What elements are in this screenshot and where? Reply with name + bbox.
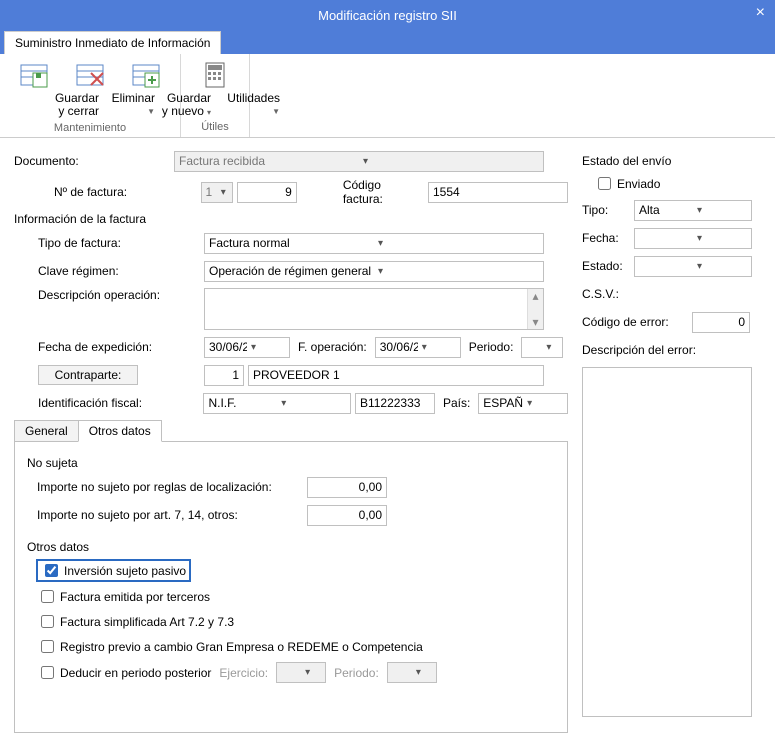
codigo-factura-input[interactable]: [428, 182, 568, 203]
chk-simp-label: Factura simplificada Art 7.2 y 7.3: [60, 615, 234, 629]
envio-tipo-label: Tipo:: [582, 203, 634, 217]
chk-inversion-sujeto-pasivo[interactable]: [45, 564, 58, 577]
chevron-down-icon: ▾: [359, 156, 543, 167]
contraparte-button[interactable]: Contraparte:: [38, 365, 138, 385]
chevron-down-icon: ▾: [301, 667, 325, 678]
ribbon-group-utiles: Utilidades▼ Útiles: [181, 54, 250, 137]
tab-general[interactable]: General: [14, 420, 79, 442]
chk-registro-previo[interactable]: [41, 640, 54, 653]
fecha-expedicion-label: Fecha de expedición:: [14, 340, 204, 354]
ribbon-tab-sii[interactable]: Suministro Inmediato de Información: [4, 31, 221, 54]
fecha-operacion-label: F. operación:: [290, 340, 375, 354]
chevron-down-icon: ▾: [523, 398, 567, 409]
detail-tabs: General Otros datos: [14, 420, 568, 442]
estado-envio-header: Estado del envío: [582, 154, 762, 168]
chk-registro-label: Registro previo a cambio Gran Empresa o …: [60, 640, 423, 654]
contraparte-code-input[interactable]: [204, 365, 244, 386]
ribbon-group-label: Útiles: [189, 118, 241, 136]
periodo-label: Periodo:: [461, 340, 522, 354]
chevron-down-icon: ▾: [217, 187, 232, 198]
clave-regimen-label: Clave régimen:: [14, 264, 204, 278]
calculator-icon: [199, 58, 231, 90]
no-sujeta-header: No sujeta: [27, 456, 555, 470]
envio-estado-label: Estado:: [582, 259, 634, 273]
chk-enviado-label: Enviado: [617, 177, 660, 191]
envio-csv-label: C.S.V.:: [582, 287, 619, 301]
contraparte-name-input[interactable]: [248, 365, 544, 386]
descripcion-error-textarea[interactable]: [582, 367, 752, 717]
importe-art714-input[interactable]: [307, 505, 387, 526]
chevron-down-icon: ▾: [418, 342, 460, 353]
chevron-down-icon: ▾: [542, 342, 562, 353]
tipo-factura-select[interactable]: Factura normal▾: [204, 233, 544, 254]
id-fiscal-tipo-select[interactable]: N.I.F.▾: [203, 393, 350, 414]
chk-deducir-label: Deducir en periodo posterior: [60, 666, 211, 680]
close-icon[interactable]: ×: [756, 4, 765, 22]
fecha-operacion-input[interactable]: 30/06/20XX▾: [375, 337, 461, 358]
id-fiscal-label: Identificación fiscal:: [14, 396, 203, 410]
scroll-down-icon[interactable]: ▾: [532, 315, 538, 329]
documento-label: Documento:: [14, 154, 174, 168]
num-factura-label: Nº de factura:: [14, 185, 168, 199]
tab-body-otros: No sujeta Importe no sujeto por reglas d…: [14, 441, 568, 733]
chk-enviado[interactable]: [598, 177, 611, 190]
id-fiscal-valor-input[interactable]: [355, 393, 435, 414]
title-bar: Modificación registro SII ×: [0, 0, 775, 30]
codigo-error-input[interactable]: [692, 312, 750, 333]
chk-factura-simplificada[interactable]: [41, 615, 54, 628]
pais-select[interactable]: ESPAÑA▾: [478, 393, 568, 414]
pais-label: País:: [435, 396, 478, 410]
periodo-select[interactable]: ▾: [521, 337, 563, 358]
fecha-expedicion-input[interactable]: 30/06/20XX▾: [204, 337, 290, 358]
importe-reglas-label: Importe no sujeto por reglas de localiza…: [37, 480, 307, 494]
chevron-down-icon: ▾: [374, 266, 543, 277]
estado-envio-panel: Estado del envío Enviado Tipo: Alta▾ Fec…: [582, 150, 762, 733]
tipo-factura-label: Tipo de factura:: [14, 236, 204, 250]
ribbon-group-label: Mantenimiento: [8, 119, 172, 137]
periodo2-label: Periodo:: [326, 666, 387, 680]
scroll-up-icon[interactable]: ▴: [532, 289, 538, 303]
envio-estado-select[interactable]: ▾: [634, 256, 752, 277]
chevron-down-icon: ▾: [374, 238, 543, 249]
ejercicio-select: ▾: [276, 662, 326, 683]
codigo-error-label: Código de error:: [582, 315, 692, 329]
chk-factura-emitida-terceros[interactable]: [41, 590, 54, 603]
delete-icon: [74, 58, 106, 90]
chevron-down-icon: ▾: [247, 342, 289, 353]
importe-art714-label: Importe no sujeto por art. 7, 14, otros:: [37, 508, 307, 522]
chk-isp-label: Inversión sujeto pasivo: [64, 564, 186, 578]
descripcion-error-label: Descripción del error:: [582, 343, 696, 357]
descripcion-textarea[interactable]: ▴▾: [204, 288, 544, 330]
documento-select[interactable]: Factura recibida▾: [174, 151, 544, 172]
envio-tipo-select[interactable]: Alta▾: [634, 200, 752, 221]
chevron-down-icon: ▾: [412, 667, 436, 678]
window-title: Modificación registro SII: [318, 8, 457, 23]
chevron-down-icon: ▾: [693, 205, 751, 216]
chevron-down-icon: ▾: [693, 261, 751, 272]
descripcion-label: Descripción operación:: [14, 288, 204, 302]
chevron-down-icon: ▾: [693, 233, 751, 244]
num-factura-prefix[interactable]: 1▾: [201, 182, 233, 203]
clave-regimen-select[interactable]: Operación de régimen general▾: [204, 261, 544, 282]
chk-deducir-posterior[interactable]: [41, 666, 54, 679]
ribbon-tabstrip: Suministro Inmediato de Información: [0, 30, 775, 54]
otros-datos-header: Otros datos: [27, 540, 555, 554]
save-close-icon: [18, 58, 50, 90]
chevron-down-icon: ▼: [272, 107, 280, 116]
periodo2-select: ▾: [387, 662, 437, 683]
envio-fecha-input[interactable]: ▾: [634, 228, 752, 249]
tab-otros-datos[interactable]: Otros datos: [78, 420, 162, 442]
ribbon: Guardary cerrar Eliminar▼ Guardary nuevo…: [0, 54, 775, 138]
num-factura-input[interactable]: [237, 182, 297, 203]
codigo-factura-label: Código factura:: [335, 178, 428, 206]
chk-emitida-label: Factura emitida por terceros: [60, 590, 210, 604]
importe-reglas-input[interactable]: [307, 477, 387, 498]
save-new-icon: [130, 58, 162, 90]
ejercicio-label: Ejercicio:: [211, 666, 276, 680]
envio-fecha-label: Fecha:: [582, 231, 634, 245]
chevron-down-icon: ▾: [277, 398, 350, 409]
info-factura-header: Información de la factura: [14, 212, 568, 226]
utilities-button[interactable]: Utilidades▼: [189, 58, 241, 118]
